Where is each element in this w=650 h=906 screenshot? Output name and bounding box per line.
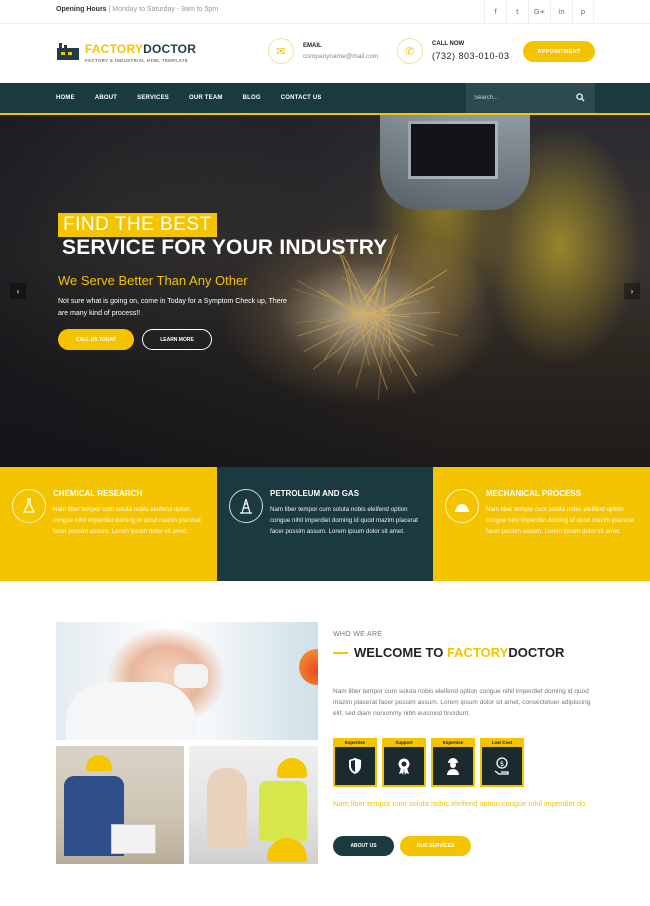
logo-subtitle: FACTORY & INDUSTRIAL HTML TEMPLATE [85,58,189,63]
email-contact: ✉ EMAIL companyname@mail.com [268,38,378,64]
email-value[interactable]: companyname@mail.com [303,53,378,60]
hero-tagline: We Serve Better Than Any Other [58,273,248,288]
phone-contact: ✆ CALL NOW (732) 803-010-03 [397,38,510,64]
skill-box[interactable]: Support [382,738,426,787]
top-bar: Opening Hours | Monday to Saturday - 9am… [0,0,650,24]
feature-title: PETROLEUM AND GAS [270,489,360,498]
hero-text: Not sure what is going on, come in Today… [58,298,287,317]
phone-icon: ✆ [397,38,423,64]
flask-icon [12,489,46,523]
opening-hours-label: Opening Hours [56,6,107,13]
hard-hat-icon [445,489,479,523]
factory-logo-icon[interactable] [57,42,79,60]
logo-part-factory: FACTORY [85,42,144,56]
opening-hours: Opening Hours | Monday to Saturday - 9am… [56,6,219,13]
worker-icon [431,747,475,787]
logo-text[interactable]: FACTORYDOCTOR [85,42,196,56]
who-we-are-label: WHO WE ARE [333,631,383,638]
call-label: CALL NOW [432,41,465,47]
envelope-icon: ✉ [268,38,294,64]
hero-overlay [0,115,650,467]
google-plus-icon[interactable]: G+ [528,0,550,24]
feature-text: Nam liber tempor cum soluta nobis eleife… [53,506,201,535]
skill-box[interactable]: Expertise [431,738,475,787]
about-text: Nam liber tempor cum soluta nobis eleife… [333,688,591,717]
nav-item-services[interactable]: SERVICES [137,95,169,101]
hero-title-highlight: FIND THE BEST [58,213,217,237]
engineers-image [189,746,318,864]
nav-item-blog[interactable]: BLOG [243,95,261,101]
skill-label: Low Cost [480,738,524,747]
pinterest-icon[interactable]: p [572,0,594,24]
welcome-heading: WELCOME TO FACTORY DOCTOR [333,645,564,660]
hero-slider: FIND THE BEST SERVICE FOR YOUR INDUSTRY … [0,113,650,467]
skill-box[interactable]: Expertise [333,738,377,787]
call-value[interactable]: (732) 803-010-03 [432,51,510,61]
opening-hours-time: 9am to 5pm [181,6,219,13]
shield-icon [333,747,377,787]
lab-scientist-image [56,622,318,740]
feature-chemical-research[interactable]: CHEMICAL RESEARCH Nam liber tempor cum s… [0,467,217,581]
slider-prev-icon[interactable]: ‹ [10,283,26,299]
feature-text: Nam liber tempor cum soluta nobis eleife… [270,506,418,535]
feature-text: Nam liber tempor cum soluta nobis eleife… [486,506,634,535]
twitter-icon[interactable]: t [506,0,528,24]
skill-boxes: Expertise Support Expertise Low Cost $ [333,738,529,787]
slider-next-icon[interactable]: › [624,283,640,299]
search-box [466,83,595,113]
worker-laptop-image [56,746,184,864]
svg-text:$: $ [500,760,504,768]
logo-part-doctor: DOCTOR [143,42,197,56]
about-highlight-text: Nam liber tempor cum soluta nobis eleife… [333,799,586,808]
opening-hours-days: Monday to Saturday [112,6,175,13]
learn-more-button[interactable]: LEARN MORE [142,329,212,350]
money-hand-icon: $ [480,747,524,787]
oil-rig-icon [229,489,263,523]
welcome-brand-doctor: DOCTOR [508,645,565,660]
nav-item-contact-us[interactable]: CONTACT US [281,95,322,101]
heading-accent-line [333,651,348,654]
skill-box[interactable]: Low Cost $ [480,738,524,787]
features-strip: CHEMICAL RESEARCH Nam liber tempor cum s… [0,467,650,581]
about-us-button[interactable]: ABOUT US [333,836,394,856]
social-links: f t G+ in p [484,0,594,24]
hero-title: SERVICE FOR YOUR INDUSTRY [62,236,388,259]
nav-item-our-team[interactable]: OUR TEAM [189,95,223,101]
welcome-prefix: WELCOME TO [354,645,444,660]
feature-mechanical-process[interactable]: MECHANICAL PROCESS Nam liber tempor cum … [433,467,650,581]
facebook-icon[interactable]: f [484,0,506,24]
feature-title: MECHANICAL PROCESS [486,489,581,498]
skill-label: Expertise [431,738,475,747]
feature-title: CHEMICAL RESEARCH [53,489,143,498]
feature-petroleum-gas[interactable]: PETROLEUM AND GAS Nam liber tempor cum s… [217,467,433,581]
skill-label: Expertise [333,738,377,747]
search-input[interactable] [474,92,569,104]
search-icon[interactable] [576,93,585,102]
appointment-button[interactable]: APPOINTMENT [523,41,595,62]
skill-label: Support [382,738,426,747]
site-header: FACTORYDOCTOR FACTORY & INDUSTRIAL HTML … [0,24,650,83]
welcome-brand-factory: FACTORY [446,645,509,660]
nav-item-about[interactable]: ABOUT [95,95,117,101]
email-label: EMAIL [303,42,322,49]
call-us-today-button[interactable]: CALL US TODAY [58,329,134,350]
award-badge-icon [382,747,426,787]
our-services-button[interactable]: OUR SERVICES [400,836,471,856]
nav-item-home[interactable]: HOME [56,95,75,101]
linkedin-icon[interactable]: in [550,0,572,24]
